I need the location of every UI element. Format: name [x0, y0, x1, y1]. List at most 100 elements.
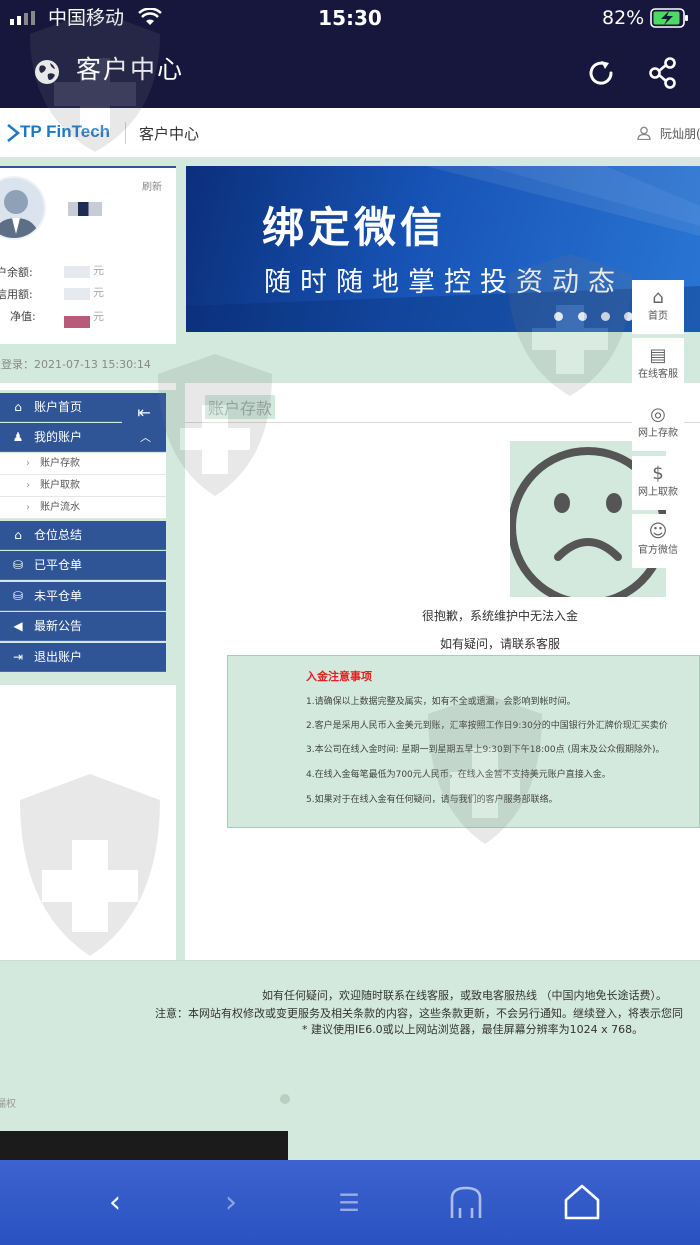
logout-icon: ⇥ [12, 650, 24, 664]
sidebar-blank [0, 685, 178, 960]
user-icon [637, 126, 651, 140]
sidebar-subitem-label: 账户取款 [40, 480, 80, 491]
bank-icon: ⌂ [14, 528, 22, 542]
chevron-right-icon: › [26, 480, 30, 491]
app-root: 中国移动 15:30 82% 客户中心 TP FinTech 客户中心 阮灿朋(… [0, 0, 700, 1245]
chevron-right-icon: › [26, 502, 30, 513]
sidebar-item-open-orders[interactable]: ⛁ 未平仓单 [0, 582, 166, 611]
side-tool-label: 网上取款 [638, 487, 678, 498]
sidebar-item-label: 最新公告 [34, 619, 83, 633]
sidebar-subitem-statement[interactable]: › 账户流水 [0, 497, 166, 519]
carousel-dot[interactable] [601, 312, 610, 321]
footer-partial: 漏权 [0, 1099, 16, 1110]
site-header: TP FinTech 客户中心 阮灿朋( [0, 108, 700, 158]
sidebar-item-label: 已平仓单 [34, 558, 83, 572]
page-footer: 如有任何疑问，欢迎随时联系在线客服，或致电客服热线 （中国内地免长途话费）。 注… [0, 960, 700, 1161]
equity-label: 净值: [10, 310, 36, 323]
user-icon: ♟ [12, 430, 24, 444]
brand-logo[interactable]: TP FinTech [20, 122, 110, 142]
video-thumbnail[interactable] [0, 1131, 288, 1161]
refresh-link[interactable]: 刷新 [142, 178, 162, 193]
battery-percent: 82% [602, 7, 645, 29]
profile-panel: 刷新 户余额: 元 信用额: 元 净值: 元 次登录：2021-07-13 15… [0, 158, 178, 383]
wechat-banner[interactable]: 绑定微信 随时随地掌控投资动态 [186, 166, 700, 332]
clock: 15:30 [318, 6, 382, 30]
browser-toolbar: ‹ › ☰ [0, 1160, 700, 1245]
side-tool-wechat[interactable]: ☺ 官方微信 [632, 514, 684, 568]
footer-line: * 建议使用IE6.0或以上网站浏览器，最佳屏幕分辨率为1024 x 768。 [302, 1023, 644, 1036]
site-section-title: 客户中心 [139, 125, 200, 143]
user-name[interactable]: 阮灿朋( [660, 125, 700, 142]
notice-item: 1.请确保以上数据完整及属实，如有不全或遗漏，会影响到帐时间。 [306, 697, 576, 707]
wechat-icon: ☺ [648, 521, 668, 542]
masked-credit [64, 288, 90, 300]
sidebar-item-label: 退出账户 [34, 650, 83, 664]
page-title: 客户中心 [76, 55, 185, 84]
sidebar-menu: ⌂ 账户首页 ⇤ ♟ 我的账户 ︿ › 账户存款 › 账户取款 › 账户流水 ⌂… [0, 390, 178, 685]
side-tool-label: 首页 [648, 311, 668, 322]
notice-item: 5.如果对于在线入金有任何疑问，请与我们的客户服务部联络。 [306, 795, 558, 805]
side-tool-label: 官方微信 [638, 545, 678, 556]
sidebar-subitem-deposit[interactable]: › 账户存款 [0, 453, 166, 475]
carousel-dot[interactable] [554, 312, 563, 321]
money-bag-icon: $ [652, 463, 664, 484]
speaker-icon: ◀ [13, 619, 23, 633]
sidebar-subitem-label: 账户流水 [40, 502, 80, 513]
footer-dot [280, 1094, 290, 1104]
side-tool-online-service[interactable]: ▤ 在线客服 [632, 338, 684, 392]
sidebar-subitem-withdraw[interactable]: › 账户取款 [0, 475, 166, 497]
person-silhouette-icon [0, 190, 40, 238]
footer-line: 注意：本网站有权修改或变更服务及相关条款的内容，这些条款更新，不会另行通知。继续… [155, 1007, 683, 1020]
section-title: 账户存款 [205, 395, 276, 419]
credit-label: 信用额: [0, 288, 33, 301]
sidebar-item-closed-orders[interactable]: ⛁ 已平仓单 [0, 551, 166, 580]
menu-icon[interactable]: ☰ [324, 1178, 374, 1228]
balance-label: 户余额: [0, 266, 33, 279]
column-divider [176, 383, 185, 960]
home-icon: ⌂ [652, 287, 664, 308]
sidebar-item-label: 账户首页 [34, 400, 83, 414]
notice-item: 3.本公司在线入金时间: 星期一到星期五早上9:30到下午18:00点 (周末及… [306, 745, 665, 755]
sidebar-item-label: 未平仓单 [34, 589, 83, 603]
section-header: 账户存款 [185, 383, 700, 423]
sidebar-item-my-account[interactable]: ♟ 我的账户 ︿ [0, 423, 166, 452]
chevron-right-icon: › [26, 458, 30, 469]
status-bar: 中国移动 15:30 82% [0, 0, 700, 36]
sidebar-subitem-label: 账户存款 [40, 458, 80, 469]
footer-line: 如有任何疑问，欢迎随时联系在线客服，或致电客服热线 （中国内地免长途话费）。 [262, 989, 667, 1002]
share-icon[interactable] [646, 56, 680, 90]
home-icon[interactable] [562, 1182, 602, 1222]
sidebar-item-label: 我的账户 [34, 430, 83, 444]
side-tool-deposit[interactable]: ◎ 网上存款 [632, 397, 684, 451]
notice-item: 2.客户是采用人民币入金美元到账，汇率按照工作日9:30分的中国银行外汇牌价现汇… [306, 721, 668, 731]
forward-icon[interactable]: › [206, 1178, 256, 1228]
tabs-icon[interactable] [448, 1184, 484, 1220]
equity-unit: 元 [93, 310, 104, 323]
globe-icon [35, 60, 59, 84]
sidebar-item-announcements[interactable]: ◀ 最新公告 [0, 612, 166, 641]
masked-equity [64, 316, 90, 328]
header-divider [125, 122, 126, 144]
banner-subline: 随时随地掌控投资动态 [264, 267, 624, 298]
profile-card: 刷新 户余额: 元 信用额: 元 净值: 元 [0, 166, 176, 344]
notice-item: 4.在线入金每笔最低为700元人民币，在线入金暂不支持美元账户直接入金。 [306, 770, 611, 780]
carousel-dot[interactable] [578, 312, 587, 321]
sidebar-item-positions[interactable]: ⌂ 仓位总结 [0, 521, 166, 550]
banner-headline: 绑定微信 [262, 203, 447, 252]
side-tool-withdraw[interactable]: $ 网上取款 [632, 456, 684, 510]
coins-icon: ◎ [650, 404, 666, 425]
side-tool-label: 网上存款 [638, 428, 678, 439]
side-tool-home[interactable]: ⌂ 首页 [632, 280, 684, 334]
contact-message: 如有疑问，请联系客服 [439, 637, 560, 651]
sidebar-item-logout[interactable]: ⇥ 退出账户 [0, 643, 166, 672]
balance-unit: 元 [93, 264, 104, 277]
back-icon[interactable]: ‹ [90, 1178, 140, 1228]
side-tool-label: 在线客服 [638, 369, 678, 380]
masked-name [68, 202, 102, 216]
sidebar-item-label: 仓位总结 [34, 528, 83, 542]
refresh-icon[interactable] [584, 56, 618, 90]
closed-orders-icon: ⛁ [12, 558, 24, 572]
brand-logo-icon [7, 124, 20, 142]
sidebar-item-account-home[interactable]: ⌂ 账户首页 ⇤ [0, 393, 166, 433]
open-orders-icon: ⛁ [12, 589, 24, 603]
